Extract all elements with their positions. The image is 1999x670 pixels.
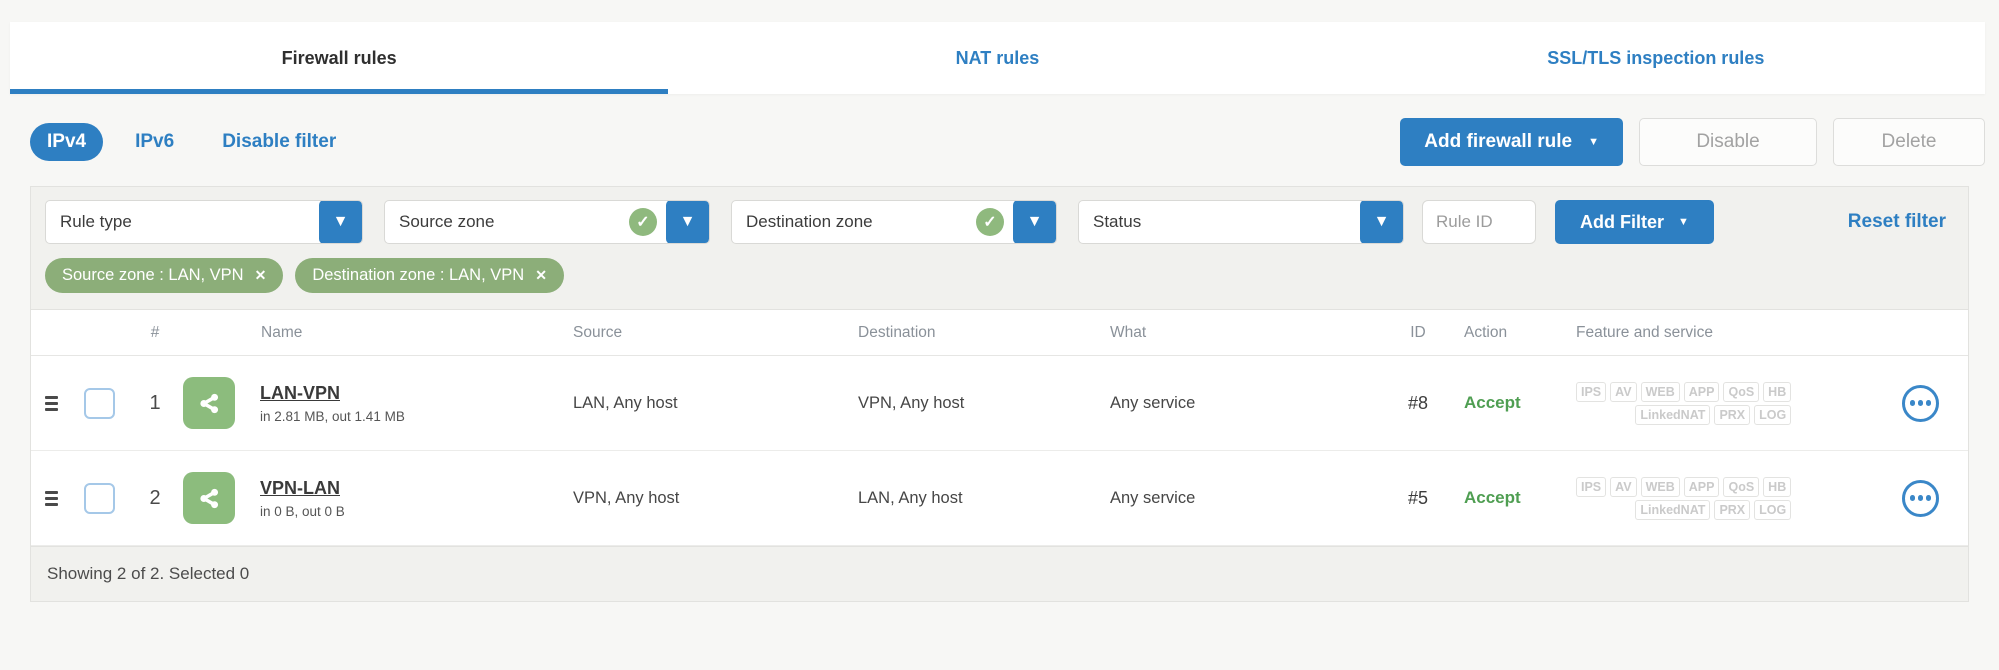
badge-qos: QoS [1723,381,1760,402]
badge-ips: IPS [1576,476,1607,497]
rule-id-cell: #8 [1407,392,1429,413]
add-firewall-rule-button[interactable]: Add firewall rule ▼ [1400,118,1623,166]
ellipsis-menu-button[interactable] [1902,384,1939,422]
badge-hb: HB [1763,476,1792,497]
tab-nat-rules[interactable]: NAT rules [668,22,1326,94]
badge-prx: PRX [1714,404,1751,425]
header-name: Name [261,323,303,341]
badge-qos: QoS [1723,476,1760,497]
ellipsis-menu-button[interactable] [1902,479,1939,517]
badge-web: WEB [1640,476,1680,497]
badge-web: WEB [1640,381,1680,402]
rule-name-link[interactable]: LAN-VPN [260,383,405,404]
header-action: Action [1464,323,1508,341]
badge-app: APP [1683,381,1720,402]
tab-firewall-rules[interactable]: Firewall rules [10,22,669,94]
header-feature-and-service: Feature and service [1576,323,1713,341]
add-filter-label: Add Filter [1580,211,1664,232]
header-what: What [1110,323,1147,341]
rules-tabbar: Firewall rules NAT rules SSL/TLS inspect… [10,22,1985,94]
action-cell: Accept [1464,393,1521,412]
share-icon [183,377,235,429]
what-cell: Any service [1110,393,1196,412]
add-filter-button[interactable]: Add Filter ▼ [1555,200,1714,244]
table-header: # Name Source Destination What ID Action… [31,309,1968,356]
drag-handle[interactable] [45,490,58,506]
badge-app: APP [1683,476,1720,497]
check-circle-icon: ✓ [976,208,1004,236]
table-row: 2 VPN-LAN in 0 B, out 0 B VPN, Any host … [31,451,1968,546]
rule-traffic: in 2.81 MB, out 1.41 MB [260,408,405,424]
destination-zone-dropdown[interactable]: Destination zone ✓ ▼ [731,200,1057,244]
header-number: # [150,323,160,341]
badge-av: AV [1610,381,1637,402]
chevron-down-icon[interactable]: ▼ [319,201,362,243]
rule-id-input[interactable] [1422,200,1536,244]
chevron-down-icon[interactable]: ▼ [1013,201,1056,243]
row-number: 2 [149,486,161,509]
source-cell: VPN, Any host [573,488,680,507]
feature-badges: IPS AV WEB APP QoS HB LinkedNAT PRX LOG [1576,476,1792,520]
add-firewall-rule-label: Add firewall rule [1424,131,1573,152]
action-cell: Accept [1464,488,1521,507]
badge-log: LOG [1754,404,1792,425]
destination-cell: VPN, Any host [858,393,965,412]
filter-chip-destination-zone[interactable]: Destination zone : LAN, VPN ✕ [295,258,564,293]
filter-row: Rule type ▼ Source zone ✓ ▼ Destination … [31,187,1968,256]
filter-chip-label: Destination zone : LAN, VPN [312,266,525,284]
reset-filter-link[interactable]: Reset filter [1848,211,1946,233]
badge-linkednat: LinkedNAT [1635,499,1711,520]
ipv4-toggle[interactable]: IPv4 [30,123,104,161]
chevron-down-icon: ▼ [1678,215,1689,228]
status-dropdown[interactable]: Status ▼ [1078,200,1404,244]
close-icon[interactable]: ✕ [535,267,547,284]
destination-cell: LAN, Any host [858,488,963,507]
table-row: 1 LAN-VPN in 2.81 MB, out 1.41 MB LAN, A… [31,356,1968,451]
drag-handle[interactable] [45,395,58,411]
rule-name-link[interactable]: VPN-LAN [260,478,345,499]
tab-ssl-tls-inspection-rules[interactable]: SSL/TLS inspection rules [1327,22,1985,94]
rules-panel: Rule type ▼ Source zone ✓ ▼ Destination … [30,186,1969,602]
what-cell: Any service [1110,488,1196,507]
badge-ips: IPS [1576,381,1607,402]
filter-chip-label: Source zone : LAN, VPN [62,266,244,284]
check-circle-icon: ✓ [629,208,657,236]
disable-filter-link[interactable]: Disable filter [222,131,336,153]
rule-type-dropdown[interactable]: Rule type ▼ [45,200,363,244]
status-label: Status [1093,212,1142,231]
rule-traffic: in 0 B, out 0 B [260,503,345,519]
badge-av: AV [1610,476,1637,497]
chevron-down-icon: ▼ [1588,135,1599,148]
delete-button[interactable]: Delete [1833,118,1985,166]
row-number: 1 [149,391,161,414]
disable-button[interactable]: Disable [1639,118,1817,166]
chevron-down-icon[interactable]: ▼ [1360,201,1403,243]
header-source: Source [573,323,623,341]
active-filter-chips: Source zone : LAN, VPN ✕ Destination zon… [31,256,1968,309]
source-cell: LAN, Any host [573,393,678,412]
table-footer-status: Showing 2 of 2. Selected 0 [31,546,1968,601]
header-destination: Destination [858,323,936,341]
row-checkbox[interactable] [83,387,115,419]
close-icon[interactable]: ✕ [255,267,267,284]
share-icon [183,472,235,524]
badge-prx: PRX [1714,499,1751,520]
feature-badges: IPS AV WEB APP QoS HB LinkedNAT PRX LOG [1576,381,1792,425]
source-zone-label: Source zone [399,212,495,231]
toolbar: IPv4 IPv6 Disable filter Add firewall ru… [30,118,1985,166]
rule-type-label: Rule type [60,212,132,231]
source-zone-dropdown[interactable]: Source zone ✓ ▼ [384,200,710,244]
badge-linkednat: LinkedNAT [1635,404,1711,425]
chevron-down-icon[interactable]: ▼ [666,201,709,243]
badge-log: LOG [1754,499,1792,520]
row-checkbox[interactable] [83,482,115,514]
header-id: ID [1410,323,1426,341]
badge-hb: HB [1763,381,1792,402]
ipv6-toggle[interactable]: IPv6 [135,131,174,153]
destination-zone-label: Destination zone [746,212,873,231]
toolbar-actions: Add firewall rule ▼ Disable Delete [1400,118,1985,166]
rule-id-cell: #5 [1407,487,1429,508]
filter-chip-source-zone[interactable]: Source zone : LAN, VPN ✕ [45,258,284,293]
